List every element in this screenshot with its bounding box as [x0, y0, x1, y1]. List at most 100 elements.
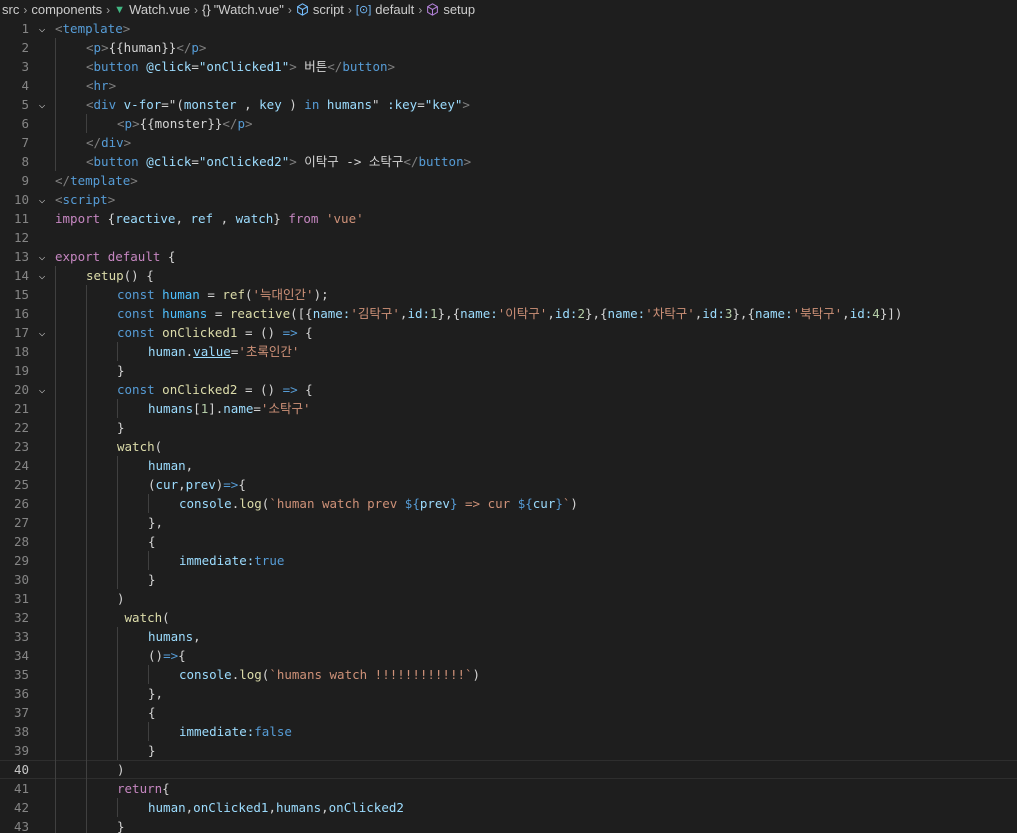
- code-line[interactable]: 12: [0, 228, 1017, 247]
- code-line[interactable]: 18 human.value='초록인간': [0, 342, 1017, 361]
- code-line[interactable]: 34 ()=>{: [0, 646, 1017, 665]
- code-line[interactable]: 21 humans[1].name='소탁구': [0, 399, 1017, 418]
- code-line[interactable]: 7 </div>: [0, 133, 1017, 152]
- line-number: 22: [13, 420, 29, 435]
- code-token: <: [55, 192, 63, 207]
- code-line[interactable]: 14 ⌵ setup() {: [0, 266, 1017, 285]
- code-line[interactable]: 23 watch(: [0, 437, 1017, 456]
- fold-chevron-icon[interactable]: ⌵: [36, 190, 48, 209]
- code-token: =>: [163, 648, 179, 663]
- code-token: human: [148, 800, 186, 815]
- code-token: 'vue': [326, 211, 364, 226]
- code-text: human,onClicked1,humans,onClicked2: [148, 798, 404, 817]
- fold-chevron-icon[interactable]: ⌵: [36, 19, 48, 38]
- code-line[interactable]: 27},: [0, 513, 1017, 532]
- breadcrumb-script[interactable]: script: [296, 2, 344, 17]
- code-token: name:: [754, 306, 793, 321]
- code-line[interactable]: 35 console.log(`humans watch !!!!!!!!!!!!…: [0, 665, 1017, 684]
- code-line[interactable]: 29 immediate:true: [0, 551, 1017, 570]
- indent-guide: [86, 665, 87, 684]
- code-line[interactable]: 2 <p>{{human}}</p>: [0, 38, 1017, 57]
- code-line[interactable]: 25 (cur,prev)=>{: [0, 475, 1017, 494]
- indent-guide: [148, 551, 149, 570]
- code-token: 4: [872, 306, 880, 321]
- code-token: div: [101, 135, 124, 150]
- code-line[interactable]: 19}: [0, 361, 1017, 380]
- code-text: <div v-for="(monster , key ) in humans" …: [86, 95, 470, 114]
- code-line[interactable]: 13 ⌵ export default {: [0, 247, 1017, 266]
- code-token: {: [297, 325, 313, 340]
- line-number: 16: [13, 306, 29, 321]
- code-line[interactable]: 30}: [0, 570, 1017, 589]
- code-line[interactable]: 33 humans,: [0, 627, 1017, 646]
- code-line[interactable]: 42 human,onClicked1,humans,onClicked2: [0, 798, 1017, 817]
- code-line[interactable]: 36},: [0, 684, 1017, 703]
- code-editor[interactable]: 1 ⌵ <template> 2 <p>{{human}}</p> 3 <button @c…: [0, 19, 1017, 833]
- code-token: ([{: [290, 306, 313, 321]
- code-line[interactable]: 32 watch(: [0, 608, 1017, 627]
- code-line[interactable]: 28 {: [0, 532, 1017, 551]
- code-line[interactable]: 9 </template>: [0, 171, 1017, 190]
- breadcrumb-src[interactable]: src: [2, 2, 19, 17]
- breadcrumb-label: components: [31, 2, 103, 17]
- code-line[interactable]: 24 human,: [0, 456, 1017, 475]
- code-token: `human watch prev: [269, 496, 405, 511]
- code-token: (): [148, 648, 164, 663]
- indent-guide: [86, 646, 87, 665]
- line-number: 11: [13, 211, 29, 226]
- code-token: name:: [312, 306, 351, 321]
- code-line[interactable]: 26 console.log(`human watch prev ${prev} …: [0, 494, 1017, 513]
- code-line[interactable]: 41 return{: [0, 779, 1017, 798]
- indent-guide: [117, 798, 118, 817]
- code-token: humans: [148, 629, 194, 644]
- code-line[interactable]: 16 const humans = reactive([{name:'김탁구',i…: [0, 304, 1017, 323]
- code-token: ": [372, 97, 380, 112]
- code-token: ): [570, 496, 578, 511]
- code-line[interactable]: 38 immediate:false: [0, 722, 1017, 741]
- fold-chevron-icon[interactable]: ⌵: [36, 380, 48, 399]
- indent-guide: [55, 551, 56, 570]
- indent-guide: [117, 627, 118, 646]
- code-line[interactable]: 17 ⌵ const onClicked1 = () => {: [0, 323, 1017, 342]
- indent-guide: [86, 399, 87, 418]
- fold-chevron-icon[interactable]: ⌵: [36, 266, 48, 285]
- code-token: {: [238, 477, 246, 492]
- breadcrumb-file[interactable]: ▼ Watch.vue: [114, 2, 190, 17]
- code-line[interactable]: 20 ⌵ const onClicked2 = () => {: [0, 380, 1017, 399]
- code-token: import: [55, 211, 101, 226]
- indent-guide: [86, 342, 87, 361]
- code-token: {{monster}}: [139, 116, 223, 131]
- code-line[interactable]: 15 const human = ref('늑대인간');: [0, 285, 1017, 304]
- breadcrumb-module[interactable]: {} "Watch.vue": [202, 2, 284, 17]
- code-line[interactable]: 39}: [0, 741, 1017, 760]
- code-token: }: [273, 211, 289, 226]
- code-token: watch: [117, 610, 163, 625]
- indent-guide: [55, 76, 56, 95]
- code-line[interactable]: 8 <button @click="onClicked2"> 이탁구 -> 소탁구…: [0, 152, 1017, 171]
- code-line[interactable]: 1 ⌵ <template>: [0, 19, 1017, 38]
- code-line[interactable]: 10 ⌵ <script>: [0, 190, 1017, 209]
- code-line[interactable]: 3 <button @click="onClicked1"> 버튼</button…: [0, 57, 1017, 76]
- code-token: },: [148, 686, 164, 701]
- indent-guide: [86, 684, 87, 703]
- line-number: 33: [13, 629, 29, 644]
- code-line[interactable]: 4 <hr>: [0, 76, 1017, 95]
- breadcrumb-setup[interactable]: setup: [426, 2, 475, 17]
- code-line[interactable]: 11 import {reactive, ref , watch} from 'v…: [0, 209, 1017, 228]
- code-line[interactable]: 43}: [0, 817, 1017, 833]
- fold-chevron-icon[interactable]: ⌵: [36, 95, 48, 114]
- code-line[interactable]: 22}: [0, 418, 1017, 437]
- indent-guide: [55, 513, 56, 532]
- breadcrumb-components[interactable]: components: [31, 2, 102, 17]
- breadcrumb-default[interactable]: [⊙] default: [356, 2, 414, 17]
- indent-guide: [55, 589, 56, 608]
- code-line[interactable]: 6 <p>{{monster}}</p>: [0, 114, 1017, 133]
- fold-chevron-icon[interactable]: ⌵: [36, 323, 48, 342]
- fold-chevron-icon[interactable]: ⌵: [36, 247, 48, 266]
- code-line[interactable]: 5 ⌵ <div v-for="(monster , key ) in humans…: [0, 95, 1017, 114]
- indent-guide: [55, 57, 56, 76]
- code-line[interactable]: 37 {: [0, 703, 1017, 722]
- code-token: ref: [190, 211, 214, 226]
- code-line[interactable]: 31): [0, 589, 1017, 608]
- code-line[interactable]: 40): [0, 760, 1017, 779]
